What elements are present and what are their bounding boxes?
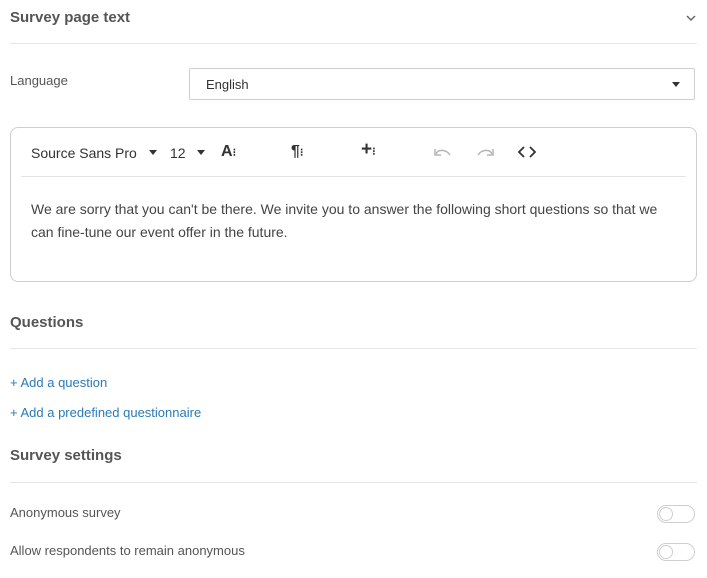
redo-icon[interactable] (474, 145, 496, 161)
add-question-link[interactable]: + Add a question (10, 375, 107, 390)
questions-title: Questions (10, 314, 84, 331)
paragraph-icon[interactable]: ¶⁝ (291, 144, 303, 161)
caret-down-icon (672, 82, 680, 87)
font-size-select[interactable]: 12 (170, 145, 186, 161)
chevron-down-icon[interactable] (684, 11, 698, 25)
language-select-value: English (206, 77, 249, 92)
font-size-icon[interactable]: A⁝ (221, 144, 236, 161)
font-family-caret-icon[interactable] (149, 150, 157, 155)
rich-text-editor[interactable]: Source Sans Pro 12 A⁝ ¶⁝ +⁝ We are sorry… (10, 127, 697, 282)
font-family-select[interactable]: Source Sans Pro (31, 145, 137, 161)
insert-plus-icon[interactable]: +⁝ (361, 140, 376, 160)
undo-icon[interactable] (432, 145, 454, 161)
anonymous-survey-toggle[interactable] (657, 505, 695, 523)
survey-settings-title: Survey settings (10, 447, 122, 464)
divider (10, 482, 697, 483)
allow-anonymous-toggle[interactable] (657, 543, 695, 561)
add-predefined-questionnaire-link[interactable]: + Add a predefined questionnaire (10, 405, 201, 420)
allow-anonymous-label: Allow respondents to remain anonymous (10, 543, 245, 558)
anonymous-survey-label: Anonymous survey (10, 505, 121, 520)
toggle-knob (659, 507, 673, 521)
divider (10, 43, 697, 44)
editor-content[interactable]: We are sorry that you can't be there. We… (31, 198, 671, 244)
toolbar-divider (21, 176, 686, 177)
code-view-icon[interactable] (516, 144, 538, 160)
language-select[interactable]: English (189, 68, 695, 100)
font-size-caret-icon[interactable] (197, 150, 205, 155)
language-label: Language (10, 73, 68, 88)
survey-page-text-title: Survey page text (10, 9, 131, 26)
toggle-knob (659, 545, 673, 559)
divider (10, 348, 697, 349)
